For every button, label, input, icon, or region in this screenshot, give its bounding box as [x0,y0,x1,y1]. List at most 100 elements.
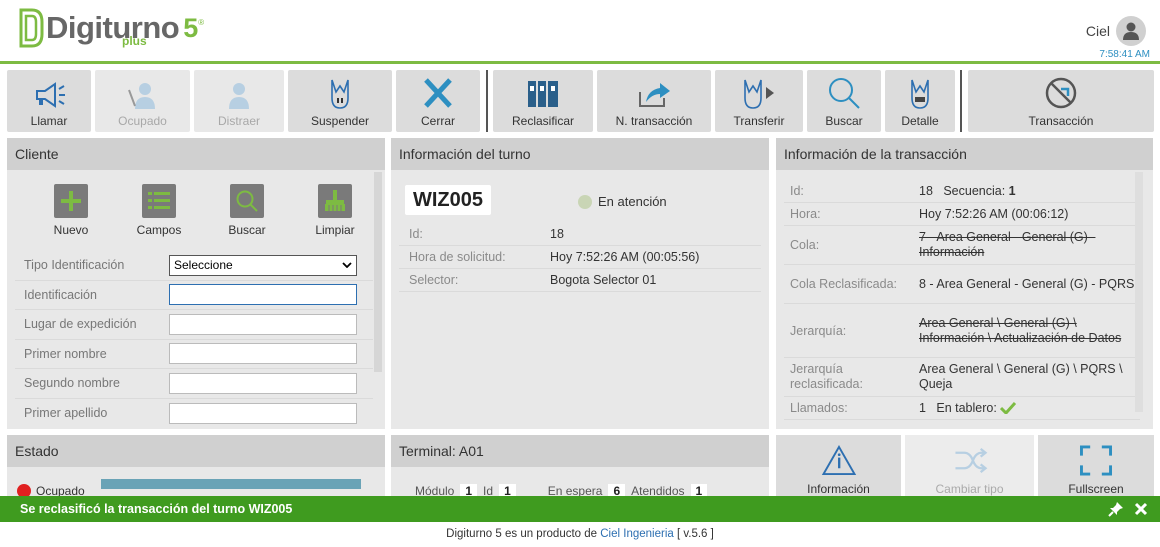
limpiar-label: Limpiar [315,223,355,237]
footer-prefix: Digiturno 5 es un producto de [446,528,601,540]
distraer-button[interactable]: Distraer [194,70,284,132]
fullscreen-icon [1080,445,1112,476]
tipo-identificacion-select[interactable]: Seleccione [169,254,357,276]
info-row: Hora: Hoy 7:52:26 AM (00:06:12) [784,203,1140,226]
search-icon [230,184,264,218]
close-icon[interactable] [1134,502,1148,516]
fullscreen-label: Fullscreen [1068,482,1124,496]
cliente-scrollbar[interactable] [374,172,382,372]
info-value: Bogota Selector 01 [550,273,657,287]
suspender-button[interactable]: Suspender [288,70,392,132]
secuencia-key: Secuencia: [943,183,1006,198]
suspend-icon [331,79,349,109]
campos-label: Campos [136,223,182,237]
info-key: Selector: [409,273,459,287]
distract-user-icon [229,83,249,109]
info-row: Cola: 7 - Area General - General (G) - I… [784,226,1140,265]
lugar-expedicion-input[interactable] [169,313,357,335]
id-key: Id: [790,184,804,198]
estado-status-label: Ocupado [36,484,85,496]
toolbar-divider [960,70,962,132]
user-menu[interactable]: Ciel [1086,16,1146,46]
informacion-button[interactable]: Información [776,435,901,496]
info-row: Id: 18 Secuencia: 1 [784,180,1140,203]
pin-icon[interactable] [1108,501,1124,517]
buscar-cliente-button[interactable]: Buscar [203,184,291,237]
estado-title: Estado [7,435,385,467]
cerrar-button[interactable]: Cerrar [396,70,480,132]
clock: 7:58:41 AM [1099,49,1150,60]
identificacion-input[interactable] [169,284,357,306]
buscar-cliente-label: Buscar [228,223,266,237]
cola-reclasificada-key: Cola Reclasificada: [790,277,897,291]
reclasificar-button[interactable]: Reclasificar [493,70,593,132]
transaccion-label: Transacción [1028,114,1094,128]
jerarquia-reclasificada-value: Area General \ General (G) \ PQRS \ Quej… [919,362,1123,391]
no-transaction-icon [1045,77,1077,109]
llamar-button[interactable]: Llamar [7,70,91,132]
nueva-transaccion-label: N. transacción [615,114,693,128]
logo: Digiturno 5 ® [18,6,204,52]
toast-actions [1108,496,1148,522]
shuffle-icon [954,447,987,474]
campos-button[interactable]: Campos [115,184,203,237]
transfer-icon [744,79,774,109]
search-icon [829,78,860,109]
plus-icon [54,184,88,218]
buscar-button[interactable]: Buscar [807,70,881,132]
id-value: 1 [499,484,516,496]
info-value: Hoy 7:52:26 AM (00:05:56) [550,250,700,264]
estado-status: Ocupado [17,484,85,496]
transaccion-panel: Información de la transacción Id: 18 Sec… [776,138,1153,429]
avatar[interactable] [1116,16,1146,46]
secuencia-value: 1 [1008,183,1016,198]
terminal-stats: Módulo 1 Id 1 En espera 6 Atendidos 1 [415,484,713,496]
jerarquia-key: Jerarquía: [790,323,847,338]
nuevo-label: Nuevo [53,223,89,237]
primer-nombre-input[interactable] [169,343,357,365]
form-row: Primer apellido [15,399,373,429]
turno-state-label: En atención [598,194,667,209]
cliente-actions: Nuevo Campos Buscar Limpiar [7,170,385,237]
cola-value: 7 - Area General - General (G) - Informa… [919,230,1096,259]
reclasificar-label: Reclasificar [511,114,574,128]
logo-plus: plus [122,34,147,48]
transferir-button[interactable]: Transferir [715,70,803,132]
info-row: Llamados: 1 En tablero: [784,397,1140,420]
transaccion-button[interactable]: Transacción [968,70,1154,132]
primer-apellido-input[interactable] [169,402,357,424]
ocupado-button[interactable]: Ocupado [95,70,190,132]
toolbar: Llamar Ocupado Distraer Suspender Cerrar… [7,70,1154,132]
segundo-nombre-input[interactable] [169,372,357,394]
ocupado-label: Ocupado [118,114,167,128]
list-icon [142,184,176,218]
footer-suffix: [ v.5.6 ] [673,528,714,540]
logo-mark-icon [19,8,44,48]
cambiar-tipo-label: Cambiar tipo [935,482,1004,496]
cambiar-tipo-button[interactable]: Cambiar tipo [905,435,1034,496]
fullscreen-button[interactable]: Fullscreen [1038,435,1154,496]
logo-text: Digiturno [46,10,180,45]
turno-state: En atención [578,194,667,209]
cola-key: Cola: [790,238,820,252]
detalle-button[interactable]: Detalle [885,70,955,132]
terminal-title: Terminal: A01 [391,435,769,467]
id-value: 18 Secuencia: 1 [919,184,1139,199]
nuevo-button[interactable]: Nuevo [27,184,115,237]
primer-nombre-label: Primer nombre [24,346,107,361]
llamados-value: 1 En tablero: [919,401,1139,416]
chevron-down-icon [342,262,352,269]
llamados-number: 1 [919,400,926,415]
toast-text: Se reclasificó la transacción del turno [20,502,249,516]
binders-icon [528,81,558,107]
ciel-link[interactable]: Ciel Ingenieria [600,528,674,540]
nueva-transaccion-button[interactable]: N. transacción [597,70,711,132]
primer-apellido-label: Primer apellido [24,406,108,421]
limpiar-button[interactable]: Limpiar [291,184,379,237]
info-row: Jerarquía reclasificada: Area General \ … [784,358,1140,397]
form-row: Tipo Identificación Seleccione [15,251,373,281]
transaccion-scrollbar[interactable] [1135,172,1143,412]
hora-value: Hoy 7:52:26 AM (00:06:12) [919,206,1069,221]
info-key: Hora de solicitud: [409,250,506,264]
info-row: Hora de solicitud: Hoy 7:52:26 AM (00:05:… [399,246,761,269]
